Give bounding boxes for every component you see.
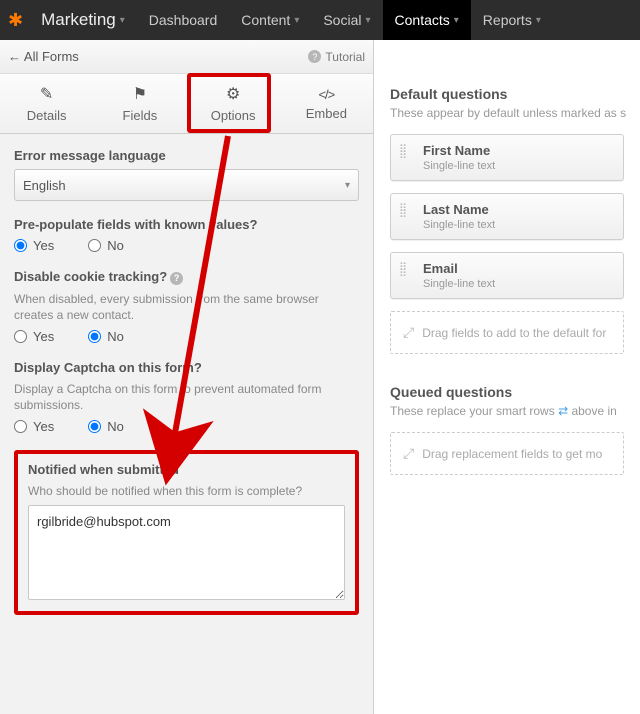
- drag-handle-icon[interactable]: ⠿⠿: [399, 147, 408, 159]
- language-label: Error message language: [14, 148, 359, 163]
- tab-options[interactable]: ⚙Options: [187, 74, 280, 133]
- queued-drop-zone[interactable]: ⤢ Drag replacement fields to get mo: [390, 432, 624, 475]
- cookie-yes[interactable]: Yes: [14, 329, 54, 344]
- default-questions-title: Default questions: [390, 86, 624, 102]
- default-questions-section: Default questions These appear by defaul…: [390, 40, 624, 475]
- field-type: Single-line text: [423, 219, 613, 231]
- captcha-no[interactable]: No: [88, 419, 124, 434]
- nav-contacts[interactable]: Contacts▾: [383, 0, 471, 40]
- captcha-label: Display Captcha on this form?: [14, 360, 359, 375]
- gear-icon: ⚙: [226, 84, 240, 104]
- left-panel: ← All Forms ?Tutorial ✎Details ⚑Fields ⚙…: [0, 40, 374, 714]
- nav-content[interactable]: Content▾: [229, 0, 311, 40]
- captcha-help: Display a Captcha on this form to preven…: [14, 381, 359, 413]
- expand-icon: ⤢: [403, 445, 414, 462]
- drag-handle-icon[interactable]: ⠿⠿: [399, 206, 408, 218]
- notify-highlight: Notified when submitted Who should be no…: [14, 450, 359, 615]
- pencil-icon: ✎: [40, 84, 53, 104]
- panel-top-row: ← All Forms ?Tutorial: [0, 40, 373, 74]
- field-name: Last Name: [423, 202, 613, 217]
- cookie-section: Disable cookie tracking?? When disabled,…: [14, 269, 359, 344]
- notify-help: Who should be notified when this form is…: [28, 483, 345, 499]
- field-type: Single-line text: [423, 278, 613, 290]
- tab-embed[interactable]: </>Embed: [280, 74, 373, 133]
- field-card[interactable]: ⠿⠿ Email Single-line text: [390, 252, 624, 299]
- expand-icon: ⤢: [403, 324, 414, 341]
- cookie-radios: Yes No: [14, 329, 359, 344]
- field-name: First Name: [423, 143, 613, 158]
- flag-icon: ⚑: [133, 84, 147, 104]
- options-panel-body: Error message language English ▾ Pre-pop…: [0, 134, 373, 714]
- tab-fields[interactable]: ⚑Fields: [93, 74, 186, 133]
- notify-emails-textarea[interactable]: [28, 505, 345, 600]
- nav-marketing[interactable]: Marketing▾: [29, 0, 137, 40]
- main-area: ← All Forms ?Tutorial ✎Details ⚑Fields ⚙…: [0, 40, 640, 714]
- queued-questions-sub: These replace your smart rows ⇄ above in: [390, 404, 624, 418]
- queued-questions-title: Queued questions: [390, 384, 624, 400]
- nav-reports[interactable]: Reports▾: [471, 0, 553, 40]
- form-subtabs: ✎Details ⚑Fields ⚙Options </>Embed: [0, 74, 373, 134]
- tab-details[interactable]: ✎Details: [0, 74, 93, 133]
- field-card[interactable]: ⠿⠿ First Name Single-line text: [390, 134, 624, 181]
- tutorial-link[interactable]: ?Tutorial: [305, 50, 365, 64]
- cookie-help: When disabled, every submission from the…: [14, 291, 359, 323]
- nav-dashboard[interactable]: Dashboard: [137, 0, 230, 40]
- field-type: Single-line text: [423, 160, 613, 172]
- language-value: English: [23, 178, 66, 193]
- hubspot-logo-icon: ✱: [8, 10, 23, 31]
- language-section: Error message language English ▾: [14, 148, 359, 201]
- code-icon: </>: [318, 87, 334, 102]
- back-all-forms-link[interactable]: ← All Forms: [8, 49, 79, 64]
- field-card[interactable]: ⠿⠿ Last Name Single-line text: [390, 193, 624, 240]
- captcha-yes[interactable]: Yes: [14, 419, 54, 434]
- help-icon: ?: [308, 50, 321, 63]
- top-nav: ✱ Marketing▾ Dashboard Content▾ Social▾ …: [0, 0, 640, 40]
- prepopulate-label: Pre-populate fields with known values?: [14, 217, 359, 232]
- captcha-radios: Yes No: [14, 419, 359, 434]
- prepopulate-radios: Yes No: [14, 238, 359, 253]
- help-icon[interactable]: ?: [170, 272, 183, 285]
- prepopulate-section: Pre-populate fields with known values? Y…: [14, 217, 359, 253]
- drag-handle-icon[interactable]: ⠿⠿: [399, 265, 408, 277]
- default-drop-zone[interactable]: ⤢ Drag fields to add to the default for: [390, 311, 624, 354]
- prepop-no[interactable]: No: [88, 238, 124, 253]
- language-select[interactable]: English ▾: [14, 169, 359, 201]
- chevron-down-icon: ▾: [345, 180, 350, 191]
- notify-label: Notified when submitted: [28, 462, 345, 477]
- captcha-section: Display Captcha on this form? Display a …: [14, 360, 359, 434]
- cookie-label: Disable cookie tracking??: [14, 269, 359, 285]
- smart-rows-icon: ⇄: [558, 404, 568, 418]
- right-panel: Default questions These appear by defaul…: [374, 40, 640, 714]
- field-name: Email: [423, 261, 613, 276]
- cookie-no[interactable]: No: [88, 329, 124, 344]
- default-questions-sub: These appear by default unless marked as…: [390, 106, 624, 120]
- prepop-yes[interactable]: Yes: [14, 238, 54, 253]
- nav-social[interactable]: Social▾: [311, 0, 382, 40]
